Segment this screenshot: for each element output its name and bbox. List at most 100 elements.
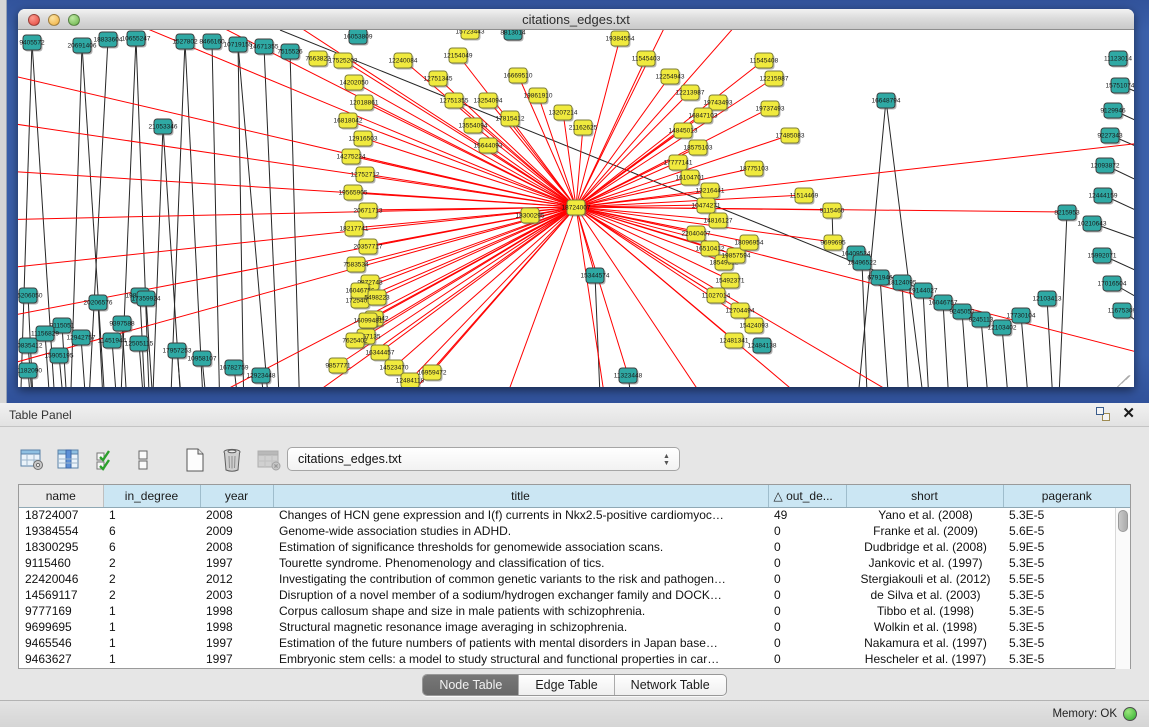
table-cell[interactable]: Embryonic stem cells: a model to study s… [273, 651, 768, 667]
graph-node[interactable]: 14275224 [337, 149, 366, 166]
graph-node[interactable]: 7625402 [342, 333, 368, 350]
graph-edge[interactable] [380, 207, 576, 352]
table-row[interactable]: 977716911998Corpus callosum shape and si… [19, 603, 1130, 619]
graph-edge[interactable] [136, 38, 150, 387]
graph-node[interactable]: 7515526 [277, 44, 303, 61]
graph-node[interactable]: 20691406 [68, 38, 97, 55]
graph-node[interactable]: 9227343 [1097, 128, 1123, 145]
graph-node[interactable]: 20206576 [84, 295, 113, 312]
table-cell[interactable]: Tibbo et al. (1998) [846, 603, 1003, 619]
graph-node[interactable]: 12751355 [440, 93, 469, 110]
table-cell[interactable]: 5.3E-5 [1003, 603, 1130, 619]
graph-edge[interactable] [363, 138, 576, 207]
table-cell[interactable]: 9699695 [19, 619, 103, 635]
graph-edge[interactable] [152, 126, 163, 387]
table-cell[interactable]: 2008 [200, 539, 273, 555]
graph-node[interactable]: 17525203 [329, 53, 358, 70]
graph-edge[interactable] [576, 92, 690, 207]
graph-edge[interactable] [238, 44, 244, 387]
graph-node[interactable]: 17815412 [496, 111, 525, 128]
select-all-rows-button[interactable] [92, 446, 120, 474]
delete-table-button[interactable] [218, 446, 246, 474]
table-cell[interactable]: Jankovic et al. (1997) [846, 555, 1003, 571]
graph-edge[interactable] [1021, 315, 1030, 387]
table-cell[interactable]: 1997 [200, 635, 273, 651]
column-header-short[interactable]: short [846, 485, 1003, 507]
table-cell[interactable]: 2009 [200, 523, 273, 539]
table-cell[interactable]: 5.5E-5 [1003, 571, 1130, 587]
table-cell[interactable]: Investigating the contribution of common… [273, 571, 768, 587]
graph-edge[interactable] [880, 277, 890, 387]
graph-node[interactable]: 12751345 [424, 71, 453, 88]
table-cell[interactable]: 9465546 [19, 635, 103, 651]
graph-node[interactable]: 21162625 [569, 120, 598, 137]
table-cell[interactable]: 2003 [200, 587, 273, 603]
table-cell[interactable]: 19384554 [19, 523, 103, 539]
graph-node[interactable]: 9115460 [820, 203, 845, 220]
graph-node[interactable]: 1527802 [172, 34, 198, 51]
graph-edge[interactable] [576, 76, 670, 207]
graph-node[interactable]: 12103413 [1033, 291, 1062, 308]
table-cell[interactable]: 6 [103, 523, 200, 539]
table-cell[interactable]: 5.3E-5 [1003, 619, 1130, 635]
graph-node[interactable]: 12704494 [726, 303, 755, 320]
table-cell[interactable]: de Silva et al. (2003) [846, 587, 1003, 603]
table-cell[interactable]: Hescheler et al. (1997) [846, 651, 1003, 667]
table-cell[interactable]: 0 [768, 555, 846, 571]
graph-node[interactable]: 11323448 [614, 368, 643, 385]
table-cell[interactable]: 18300295 [19, 539, 103, 555]
table-cell[interactable]: 2012 [200, 571, 273, 587]
table-row[interactable]: 911546021997Tourette syndrome. Phenomeno… [19, 555, 1130, 571]
table-cell[interactable]: Structural magnetic resonance image aver… [273, 619, 768, 635]
table-cell[interactable]: 1 [103, 635, 200, 651]
table-cell[interactable]: 0 [768, 619, 846, 635]
graph-node[interactable]: 11123014 [1104, 51, 1132, 68]
table-cell[interactable]: Changes of HCN gene expression and I(f) … [273, 507, 768, 523]
graph-node[interactable]: 12923448 [247, 368, 276, 385]
graph-node[interactable]: 12916503 [349, 131, 378, 148]
graph-node[interactable]: 9857771 [325, 358, 351, 375]
graph-node[interactable]: 19565905 [339, 185, 368, 202]
graph-node[interactable]: 12752712 [351, 167, 380, 184]
table-cell[interactable]: 1 [103, 507, 200, 523]
table-cell[interactable]: 5.3E-5 [1003, 587, 1130, 603]
graph-node[interactable]: 7583534 [343, 257, 369, 274]
graph-node[interactable]: 18575103 [684, 140, 713, 157]
scrollbar-thumb[interactable] [1118, 510, 1128, 532]
graph-node[interactable]: 12254943 [656, 69, 685, 86]
table-vertical-scrollbar[interactable] [1115, 508, 1130, 669]
column-header-out_degree[interactable]: △ out_de... [768, 485, 846, 507]
table-cell[interactable]: 9463627 [19, 651, 103, 667]
graph-edge[interactable] [576, 207, 628, 375]
graph-edge[interactable] [576, 207, 608, 387]
table-cell[interactable]: 18724007 [19, 507, 103, 523]
table-cell[interactable]: 1997 [200, 555, 273, 571]
table-cell[interactable]: 2 [103, 555, 200, 571]
table-cell[interactable]: Dudbridge et al. (2008) [846, 539, 1003, 555]
table-cell[interactable]: Disruption of a novel member of a sodium… [273, 587, 768, 603]
table-selector-dropdown[interactable]: citations_edges.txt ▲▼ [287, 447, 680, 471]
table-cell[interactable]: 2 [103, 571, 200, 587]
column-header-name[interactable]: name [19, 485, 103, 507]
graph-node[interactable]: 15424093 [740, 318, 769, 335]
graph-node[interactable]: 25206050 [18, 288, 43, 305]
float-panel-icon[interactable] [1096, 407, 1110, 421]
graph-edge[interactable] [290, 51, 300, 387]
graph-node[interactable]: 9405572 [19, 35, 45, 52]
table-cell[interactable]: 2 [103, 587, 200, 603]
table-cell[interactable]: 5.9E-5 [1003, 539, 1130, 555]
graph-node[interactable]: 11514469 [790, 188, 819, 205]
graph-edge[interactable] [388, 207, 576, 387]
graph-node[interactable]: 13254094 [474, 93, 503, 110]
table-cell[interactable]: 5.3E-5 [1003, 651, 1130, 667]
table-cell[interactable]: 1 [103, 603, 200, 619]
graph-node[interactable]: 16782759 [220, 360, 249, 377]
graph-node[interactable]: 17016504 [1098, 276, 1127, 293]
toggle-column-visibility-button[interactable] [55, 446, 83, 474]
graph-node[interactable]: 12240084 [389, 53, 418, 70]
graph-node[interactable]: 13207214 [549, 105, 578, 122]
graph-node[interactable]: 15992071 [1088, 248, 1117, 265]
graph-node[interactable]: 9397588 [109, 316, 135, 333]
table-cell[interactable]: 5.3E-5 [1003, 635, 1130, 651]
graph-edge[interactable] [185, 41, 204, 387]
